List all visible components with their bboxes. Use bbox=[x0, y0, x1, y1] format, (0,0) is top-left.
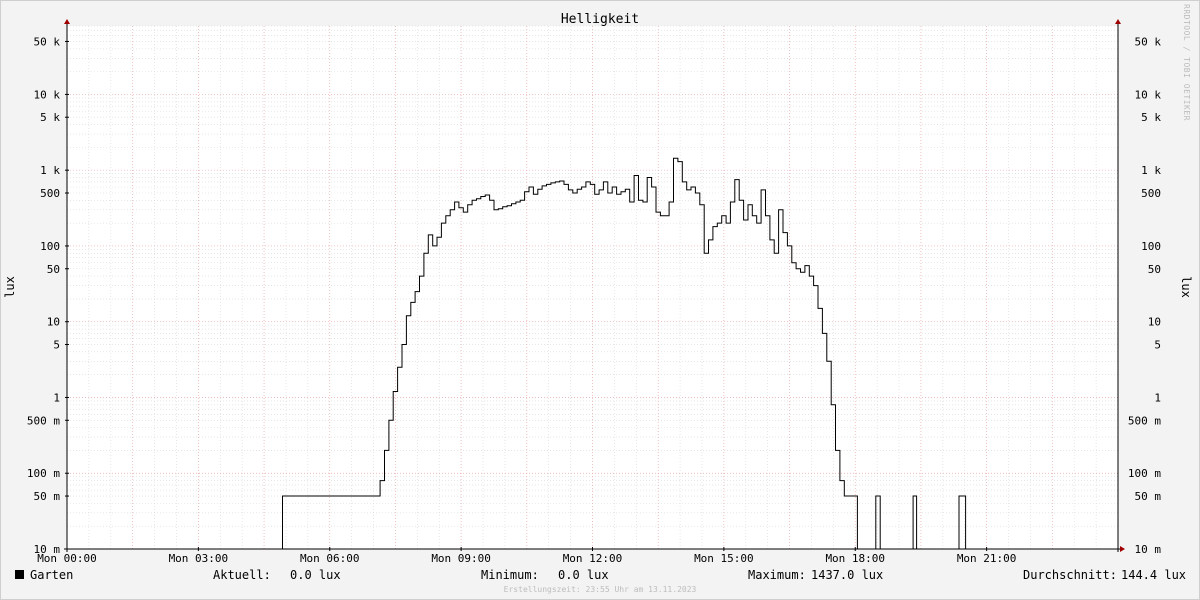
x-tick-label: Mon 18:00 bbox=[825, 552, 885, 565]
legend-current-value: 0.0 lux bbox=[290, 568, 341, 582]
legend-swatch-garten bbox=[15, 570, 24, 579]
y-tick-label: 500 m bbox=[27, 414, 60, 427]
y-tick-label: 100 bbox=[1141, 240, 1161, 253]
y-tick-label: 500 bbox=[40, 187, 60, 200]
legend-min-label: Minimum: bbox=[481, 568, 539, 582]
x-tick-label: Mon 06:00 bbox=[300, 552, 360, 565]
x-axis-arrow bbox=[1120, 546, 1125, 552]
x-tick-label: Mon 21:00 bbox=[957, 552, 1017, 565]
y-axis-label-right: lux bbox=[1179, 276, 1193, 298]
y-tick-label: 10 m bbox=[1135, 543, 1162, 556]
y-tick-label: 1 bbox=[1154, 391, 1161, 404]
y-tick-label: 1 k bbox=[40, 164, 60, 177]
x-tick-labels: Mon 00:00 Mon 03:00 Mon 06:00 Mon 09:00 Mon … bbox=[37, 552, 1016, 565]
x-tick-label: Mon 00:00 bbox=[37, 552, 97, 565]
y-tick-label: 5 bbox=[1154, 339, 1161, 352]
y-tick-label: 100 bbox=[40, 240, 60, 253]
y-tick-label: 1 bbox=[53, 391, 60, 404]
x-tick-label: Mon 15:00 bbox=[694, 552, 754, 565]
brightness-chart: 50 k 10 k 5 k 1 k 500 100 50 10 5 1 500 m 100 m 50 m… bbox=[3, 12, 1193, 565]
y-tick-label: 10 k bbox=[34, 88, 61, 101]
legend-series-name: Garten bbox=[30, 568, 74, 582]
y-tick-label: 5 k bbox=[40, 111, 60, 124]
legend-avg-label: Durchschnitt: bbox=[1023, 568, 1117, 582]
x-tick-label: Mon 09:00 bbox=[431, 552, 491, 565]
y-tick-label: 50 bbox=[47, 263, 60, 276]
y-tick-labels-right: 50 k 10 k 5 k 1 k 500 100 50 10 5 1 500 m 100 m 50 m… bbox=[1128, 35, 1161, 556]
y-tick-label: 50 k bbox=[1135, 35, 1162, 48]
y-axis-arrow-right bbox=[1115, 19, 1121, 24]
y-tick-label: 50 m bbox=[1135, 490, 1162, 503]
legend-min-value: 0.0 lux bbox=[558, 568, 609, 582]
legend-max-label: Maximum: bbox=[748, 568, 806, 582]
y-axis-label-left: lux bbox=[3, 276, 17, 298]
y-tick-label: 5 k bbox=[1141, 111, 1161, 124]
y-tick-label: 1 k bbox=[1141, 164, 1161, 177]
chart-title: Helligkeit bbox=[561, 12, 639, 27]
y-axis-arrow-left bbox=[64, 19, 70, 24]
rrdtool-watermark: RRDTOOL / TOBI OETIKER bbox=[1182, 4, 1191, 121]
y-tick-label: 10 bbox=[1148, 316, 1161, 329]
y-tick-label: 10 bbox=[47, 316, 60, 329]
x-tick-label: Mon 03:00 bbox=[169, 552, 229, 565]
creation-time-note: Erstellungszeit: 23:55 Uhr am 13.11.2023 bbox=[503, 585, 697, 594]
x-tick-label: Mon 12:00 bbox=[563, 552, 623, 565]
y-tick-label: 50 k bbox=[34, 35, 61, 48]
legend-current-label: Aktuell: bbox=[213, 568, 271, 582]
y-tick-label: 10 k bbox=[1135, 88, 1162, 101]
y-tick-label: 5 bbox=[53, 339, 60, 352]
legend-max-value: 1437.0 lux bbox=[811, 568, 884, 582]
y-tick-label: 50 bbox=[1148, 263, 1161, 276]
legend-avg-value: 144.4 lux bbox=[1121, 568, 1187, 582]
y-tick-label: 100 m bbox=[27, 467, 60, 480]
y-tick-label: 50 m bbox=[34, 490, 61, 503]
y-tick-label: 500 bbox=[1141, 187, 1161, 200]
y-tick-label: 500 m bbox=[1128, 414, 1161, 427]
y-tick-label: 100 m bbox=[1128, 467, 1161, 480]
y-tick-labels-left: 50 k 10 k 5 k 1 k 500 100 50 10 5 1 500 m 100 m 50 m… bbox=[27, 35, 60, 556]
